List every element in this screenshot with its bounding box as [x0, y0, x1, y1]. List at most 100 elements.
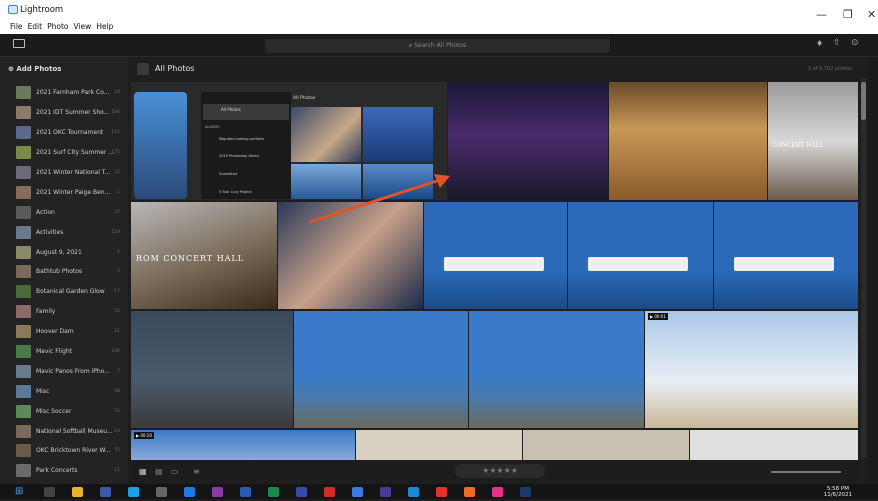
star-rating[interactable]: ★★★★★ — [455, 464, 545, 478]
album-thumbnail — [16, 464, 31, 478]
notification-bell-icon[interactable]: ♦ — [816, 39, 823, 48]
sidebar-album-item[interactable]: Mavic Flight 246 — [0, 342, 128, 362]
windows-start-icon[interactable]: ⊞ — [15, 486, 23, 497]
album-count: 10 — [114, 90, 120, 96]
sidebar-album-item[interactable]: 2021 OKC Tournament 112 — [0, 123, 128, 143]
taskbar-s-icon[interactable] — [464, 487, 475, 497]
panel-toggle-icon[interactable] — [13, 39, 25, 48]
album-label: 2021 Surf City Summer ... — [36, 149, 115, 157]
taskbar-cortana-icon[interactable] — [184, 487, 195, 497]
album-label: Park Concerts — [36, 467, 78, 475]
sidebar-album-item[interactable]: 2021 Winter Paige Ben... 1 — [0, 182, 128, 202]
album-thumbnail — [16, 106, 31, 120]
square-grid-icon[interactable]: ▤ — [155, 467, 163, 476]
albums-sidebar: ⊕ Add Photos 2021 Farnham Park Co... 10 20… — [0, 57, 128, 498]
grid-icon[interactable] — [137, 63, 149, 75]
taskbar-k-icon[interactable] — [436, 487, 447, 497]
taskbar-clock: 5:58 PM 11/6/2021 — [824, 486, 852, 498]
photo-interior-3[interactable] — [690, 430, 858, 460]
sidebar-album-item[interactable]: Mavic Panos From iPho... 7 — [0, 361, 128, 381]
taskbar-app-red-icon[interactable] — [324, 487, 335, 497]
taskbar-explorer-icon[interactable] — [72, 487, 83, 497]
menu-edit[interactable]: Edit — [28, 22, 43, 31]
sidebar-album-item[interactable]: 2021 Farnham Park Co... 10 — [0, 83, 128, 103]
taskbar-edge-icon[interactable] — [128, 487, 139, 497]
window-title: Lightroom — [20, 5, 64, 15]
sidebar-album-item[interactable]: Hoover Dam 21 — [0, 322, 128, 342]
maximize-button[interactable]: ❐ — [843, 8, 853, 21]
menu-view[interactable]: View — [74, 22, 92, 31]
sidebar-album-item[interactable]: OKC Bricktown River W... 75 — [0, 441, 128, 461]
album-thumbnail — [16, 205, 31, 219]
taskbar-photoshop-icon[interactable] — [520, 487, 531, 497]
detail-view-icon[interactable]: ▭ — [171, 467, 179, 476]
sidebar-album-item[interactable]: 2021 Surf City Summer ... 175 — [0, 143, 128, 163]
page-title: All Photos — [155, 64, 195, 73]
add-photos-button[interactable]: ⊕ Add Photos — [8, 65, 61, 73]
sidebar-album-item[interactable]: August 9, 2021 1 — [0, 242, 128, 262]
photo-concert-hall-entrance[interactable]: ROM CONCERT HALL — [131, 202, 277, 309]
photo-harbor-pole[interactable] — [131, 311, 293, 428]
album-thumbnail — [16, 444, 31, 458]
album-thumbnail — [16, 185, 31, 199]
photo-ship-video[interactable]: ▶ 00:01 — [645, 311, 858, 428]
album-count: 23 — [114, 428, 120, 434]
grid-view-icon[interactable]: ▦ — [139, 467, 147, 476]
photo-ship-palm-1[interactable] — [294, 311, 468, 428]
help-icon[interactable]: ⊙ — [851, 38, 859, 48]
close-button[interactable]: ✕ — [867, 8, 876, 21]
share-icon[interactable]: ⇧ — [833, 38, 841, 48]
photo-ship-palm-2[interactable] — [469, 311, 644, 428]
search-input[interactable]: ⌕ Search All Photos — [265, 39, 610, 53]
menu-help[interactable]: Help — [96, 22, 113, 31]
sidebar-album-item[interactable]: Misc Soccer 52 — [0, 401, 128, 421]
album-thumbnail — [16, 384, 31, 398]
photo-interior-2[interactable] — [523, 430, 689, 460]
sort-icon[interactable]: ≡ — [193, 467, 200, 476]
sidebar-album-item[interactable]: 2021 IDT Summer Sho... 194 — [0, 103, 128, 123]
scrollbar-thumb[interactable] — [861, 82, 866, 120]
taskbar-onenote-icon[interactable] — [212, 487, 223, 497]
photo-cruise-ship-2[interactable] — [568, 202, 713, 309]
sidebar-album-item[interactable]: Family 52 — [0, 302, 128, 322]
photo-concert-hall-exterior[interactable]: CONCERT HALL — [768, 82, 858, 200]
taskbar-lightroom-icon[interactable] — [100, 487, 111, 497]
thumbnail-size-slider[interactable] — [771, 471, 841, 473]
taskbar-word-icon[interactable] — [240, 487, 251, 497]
sidebar-album-item[interactable]: 2021 Winter National T... 22 — [0, 163, 128, 183]
photo-concert-hall-interior[interactable] — [609, 82, 767, 200]
taskbar-store-icon[interactable] — [156, 487, 167, 497]
taskbar-excel-icon[interactable] — [268, 487, 279, 497]
album-count: 58 — [114, 388, 120, 394]
grid-scrollbar[interactable] — [861, 78, 866, 458]
taskbar-search-icon[interactable] — [44, 487, 55, 497]
sidebar-album-item[interactable]: Activities 119 — [0, 222, 128, 242]
album-count: 1 — [117, 189, 120, 195]
menu-photo[interactable]: Photo — [47, 22, 68, 31]
taskbar-app-blue-icon[interactable] — [352, 487, 363, 497]
menu-file[interactable]: File — [10, 22, 23, 31]
taskbar-outlook-icon[interactable] — [408, 487, 419, 497]
photo-interior-1[interactable] — [356, 430, 522, 460]
sidebar-album-item[interactable]: Park Concerts 11 — [0, 461, 128, 481]
album-count: 194 — [111, 110, 120, 116]
sidebar-album-item[interactable]: Misc 58 — [0, 381, 128, 401]
photo-orchestra-stage[interactable] — [448, 82, 608, 200]
photo-cruise-ship-3[interactable] — [714, 202, 858, 309]
taskbar-app-purple-icon[interactable] — [380, 487, 391, 497]
album-label: Activities — [36, 228, 64, 236]
album-count: 27 — [114, 209, 120, 215]
taskbar-lrc-icon[interactable] — [296, 487, 307, 497]
album-thumbnail — [16, 86, 31, 100]
sidebar-album-item[interactable]: Botanical Garden Glow 17 — [0, 282, 128, 302]
minimize-button[interactable]: — — [816, 8, 827, 21]
sidebar-album-item[interactable]: Bathtub Photos 2 — [0, 262, 128, 282]
inset-sidebar: All Photos ALBUMS Migrated catalog portf… — [201, 92, 291, 199]
right-panel-strip — [868, 57, 878, 484]
taskbar-photos-icon[interactable] — [492, 487, 503, 497]
sidebar-album-item[interactable]: National Softball Museu... 23 — [0, 421, 128, 441]
ship-shape — [588, 257, 688, 271]
search-placeholder: Search All Photos — [414, 42, 467, 49]
photo-palm-video[interactable]: ▶ 00:10 — [131, 430, 355, 460]
sidebar-album-item[interactable]: Action 27 — [0, 202, 128, 222]
